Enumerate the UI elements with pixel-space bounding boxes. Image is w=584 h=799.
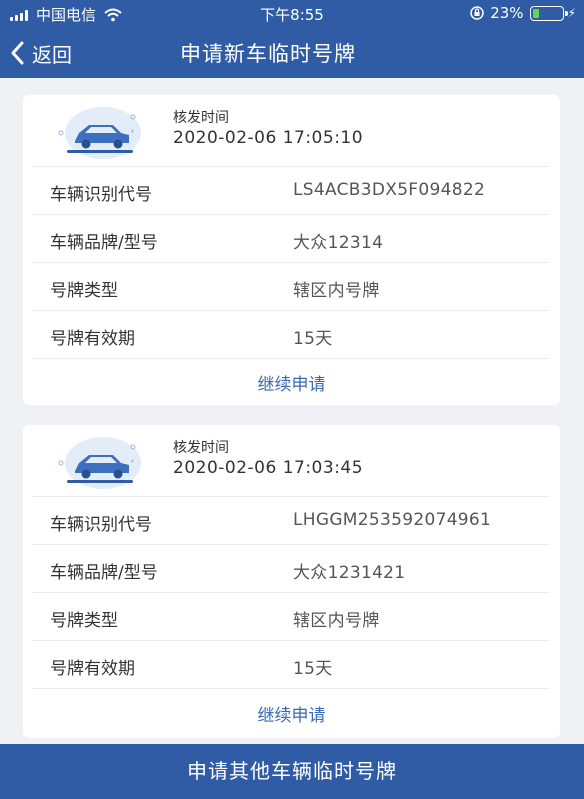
card-header: 核发时间 2020-02-06 17:03:45 (33, 425, 550, 497)
continue-apply-link[interactable]: 继续申请 (23, 370, 560, 395)
row-value: 大众1231421 (293, 563, 406, 583)
info-row-brand-model: 车辆品牌/型号 大众1231421 (33, 545, 550, 593)
lock-icon (470, 6, 484, 20)
battery-icon (529, 5, 568, 21)
car-icon (58, 437, 141, 489)
continue-apply-link[interactable]: 继续申请 (23, 701, 560, 726)
battery-fill (532, 8, 539, 18)
row-label: 车辆识别代号 (50, 515, 152, 535)
row-label: 车辆识别代号 (50, 185, 152, 205)
info-row-brand-model: 车辆品牌/型号 大众12314 (33, 215, 550, 263)
row-label: 号牌类型 (50, 611, 118, 631)
back-label: 返回 (32, 42, 72, 67)
issue-time-value: 2020-02-06 17:05:10 (173, 128, 364, 148)
issue-time-value: 2020-02-06 17:03:45 (173, 458, 364, 478)
row-value: 15天 (293, 659, 333, 679)
row-value: LS4ACB3DX5F094822 (293, 180, 486, 200)
back-chevron-icon (11, 41, 24, 65)
row-value: 大众12314 (293, 233, 384, 253)
nav-bar: 返回 申请新车临时号牌 (0, 28, 584, 78)
info-row-plate-type: 号牌类型 辖区内号牌 (33, 593, 550, 641)
row-value: 辖区内号牌 (293, 611, 380, 631)
info-row-validity: 号牌有效期 15天 (33, 641, 550, 689)
car-icon (58, 107, 141, 159)
info-row-vin: 车辆识别代号 LS4ACB3DX5F094822 (33, 167, 550, 215)
apply-other-vehicle-button[interactable]: 申请其他车辆临时号牌 (0, 744, 584, 799)
row-label: 号牌类型 (50, 281, 118, 301)
row-label: 车辆品牌/型号 (50, 233, 158, 253)
issue-time-label: 核发时间 (173, 440, 229, 456)
permit-card: 核发时间 2020-02-06 17:05:10 车辆识别代号 LS4ACB3D… (23, 95, 560, 405)
info-row-plate-type: 号牌类型 辖区内号牌 (33, 263, 550, 311)
battery-percent: 23% (490, 4, 524, 22)
issue-time-label: 核发时间 (173, 110, 229, 126)
row-label: 车辆品牌/型号 (50, 563, 158, 583)
status-bar: 中国电信 下午8:55 23% ⚡ (0, 0, 584, 28)
bolt-icon: ⚡ (567, 6, 576, 20)
row-label: 号牌有效期 (50, 659, 135, 679)
permit-card: 核发时间 2020-02-06 17:03:45 车辆识别代号 LHGGM253… (23, 425, 560, 738)
info-row-validity: 号牌有效期 15天 (33, 311, 550, 359)
row-value: LHGGM253592074961 (293, 510, 492, 530)
row-value: 辖区内号牌 (293, 281, 380, 301)
info-row-vin: 车辆识别代号 LHGGM253592074961 (33, 497, 550, 545)
row-value: 15天 (293, 329, 333, 349)
back-button[interactable]: 返回 (10, 36, 72, 70)
page-title: 申请新车临时号牌 (180, 42, 356, 66)
card-header: 核发时间 2020-02-06 17:05:10 (33, 95, 550, 167)
row-label: 号牌有效期 (50, 329, 135, 349)
status-right: 23% ⚡ (470, 4, 576, 22)
